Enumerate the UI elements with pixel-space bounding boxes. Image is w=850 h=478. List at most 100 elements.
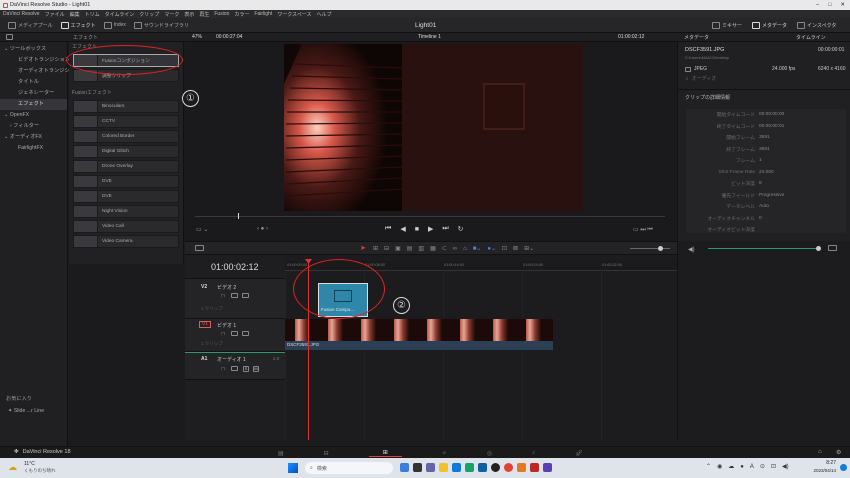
replace-clip-icon[interactable]: ▦ [430,245,436,252]
tree-item-video-transitions[interactable]: ビデオトランジション [0,55,70,66]
go-to-start-icon[interactable]: ⏮ [385,225,391,233]
track-lock-icon[interactable]: ⊓ [221,366,225,372]
inspector-button[interactable]: インスペクタ [797,21,836,29]
media-page-icon[interactable]: ▤ [278,450,284,457]
mixer-button[interactable]: ミキサー [712,21,742,29]
fx-item-drone-overlay[interactable]: Drone Overlay [73,160,179,173]
tray-volume-icon[interactable]: ◀) [782,463,789,470]
tree-item-generators[interactable]: ジェネレーター [0,88,67,99]
notification-icon[interactable] [840,464,847,471]
start-icon[interactable] [288,463,298,473]
tray-wifi-icon[interactable]: ◉ [717,463,722,470]
menu-item[interactable]: Fusion [214,11,229,17]
viewer-options-icon[interactable]: ▭ ⌄ [196,226,208,233]
app-teams-icon[interactable] [426,463,435,472]
menu-item[interactable]: ヘルプ [316,11,331,18]
app-davinci-icon[interactable] [530,463,539,472]
track-id[interactable]: V1 [199,321,211,328]
app-obs-icon[interactable] [491,463,500,472]
selection-tool-icon[interactable]: ➤ [360,244,366,252]
media-pool-button[interactable]: メディアプール [8,21,53,29]
marker-icon[interactable]: ●⌄ [487,245,496,252]
color-page-icon[interactable]: ◎ [487,450,492,457]
solo-icon[interactable]: S [243,366,249,372]
index-button[interactable]: Index [103,21,126,29]
tray-ime-icon[interactable]: A [750,464,754,470]
track-auto-select-icon[interactable] [231,366,238,371]
fairlight-page-icon[interactable]: ♪ [532,450,535,456]
overwrite-clip-icon[interactable]: ▥ [418,245,424,252]
fx-item-binoculars[interactable]: Binoculars [73,100,179,113]
tree-item-audio-transitions[interactable]: オーディオトランジション [0,66,80,77]
audio-meter-icon[interactable]: ◀) [688,246,695,253]
tree-item-audio-fx[interactable]: ⌄ オーディオFX [0,132,67,143]
menu-item[interactable]: ワークスペース [277,11,311,18]
fx-item-colored-border[interactable]: Colored Border [73,130,179,143]
clock-date[interactable]: 2023/04/14 [806,468,836,473]
play-icon[interactable]: ▶ [428,225,433,233]
menu-item[interactable]: カラー [234,11,249,18]
app-other-icon[interactable] [543,463,552,472]
tree-item-toolbox[interactable]: ⌄ ツールボックス [0,44,67,55]
fx-item-digital-glitch[interactable]: Digital Glitch [73,145,179,158]
zoom-level[interactable]: 47% [192,34,202,40]
track-auto-select-icon[interactable] [231,293,238,298]
go-to-end-icon[interactable]: ⏭ [442,225,448,233]
panel-toggle-icon[interactable] [6,34,13,40]
settings-icon[interactable]: ⚙ [836,449,841,456]
viewer-scrubber-handle[interactable] [238,213,239,219]
effects-button[interactable]: エフェクト [60,21,96,29]
fusion-page-icon[interactable]: ✧ [442,450,447,457]
zoom-slider-handle[interactable] [658,246,663,251]
app-explorer-icon[interactable] [439,463,448,472]
close-icon[interactable]: ✕ [840,2,845,8]
menu-item[interactable]: クリップ [139,11,159,18]
tray-chevron-icon[interactable]: ⌃ [706,463,711,470]
tree-item-effects[interactable]: エフェクト [0,99,67,110]
favorite-item[interactable]: ✦ Slide ...r Line [0,406,44,417]
menu-item[interactable]: タイムライン [105,11,135,18]
mute-icon[interactable]: M [253,366,259,372]
app-edge-icon[interactable] [452,463,461,472]
weather-temp[interactable]: 11°C [24,461,35,467]
fx-item-cctv[interactable]: CCTV [73,115,179,128]
viewer-scrubber[interactable] [195,216,665,217]
menu-item[interactable]: Fairlight [254,11,272,17]
edit-page-icon[interactable]: ⊞ [368,449,402,457]
viewer-jog-icon[interactable]: ‹ ● › [257,226,268,232]
timeline-name[interactable]: Timeline 1 [418,34,441,40]
play-reverse-icon[interactable]: ◀ [400,225,405,233]
track-visibility-icon[interactable] [242,293,249,298]
viewer-right-controls[interactable]: ▭ ⏭ ⏮ [633,226,653,234]
fx-item-video-camera[interactable]: Video Camera [73,235,179,248]
track-visibility-icon[interactable] [242,331,249,336]
zoom-slider[interactable] [630,248,670,249]
tray-network-icon[interactable]: ⊡ [771,463,776,470]
snapping-icon[interactable]: ⊂ [442,245,447,252]
app-firefox-icon[interactable] [517,463,526,472]
volume-slider[interactable] [708,248,818,249]
menu-item[interactable]: 編集 [70,11,80,18]
timeline-view-icon[interactable] [195,245,204,251]
app-taskview-icon[interactable] [413,463,422,472]
track-auto-select-icon[interactable] [231,331,238,336]
fx-item-dve-2[interactable]: DVE [73,190,179,203]
insert-clip-icon[interactable]: ▤ [407,245,413,252]
menu-item[interactable]: 表示 [184,11,194,18]
zoom-custom-icon[interactable]: ⊞⌄ [524,245,534,252]
fx-item-video-call[interactable]: Video Call [73,220,179,233]
minimize-icon[interactable]: – [816,2,819,8]
menu-item[interactable]: 再生 [199,11,209,18]
timeline-panel-header[interactable]: タイムライン [796,34,826,41]
deliver-page-icon[interactable]: 🚀︎ [575,450,583,457]
tree-item-fairlight-fx[interactable]: FairlightFX [0,143,67,154]
app-copilot-icon[interactable] [400,463,409,472]
cut-page-icon[interactable]: ⊟ [324,450,329,457]
meter-icon[interactable] [828,245,837,251]
sound-library-button[interactable]: サウンドライブラリ [133,21,189,29]
menu-item[interactable]: マーク [164,11,179,18]
weather-desc[interactable]: くもりのち晴れ [24,468,56,474]
tree-item-filters[interactable]: › フィルター [0,121,67,132]
tree-item-titles[interactable]: タイトル [0,77,67,88]
dynamic-trim-icon[interactable]: ⊟ [384,245,389,252]
